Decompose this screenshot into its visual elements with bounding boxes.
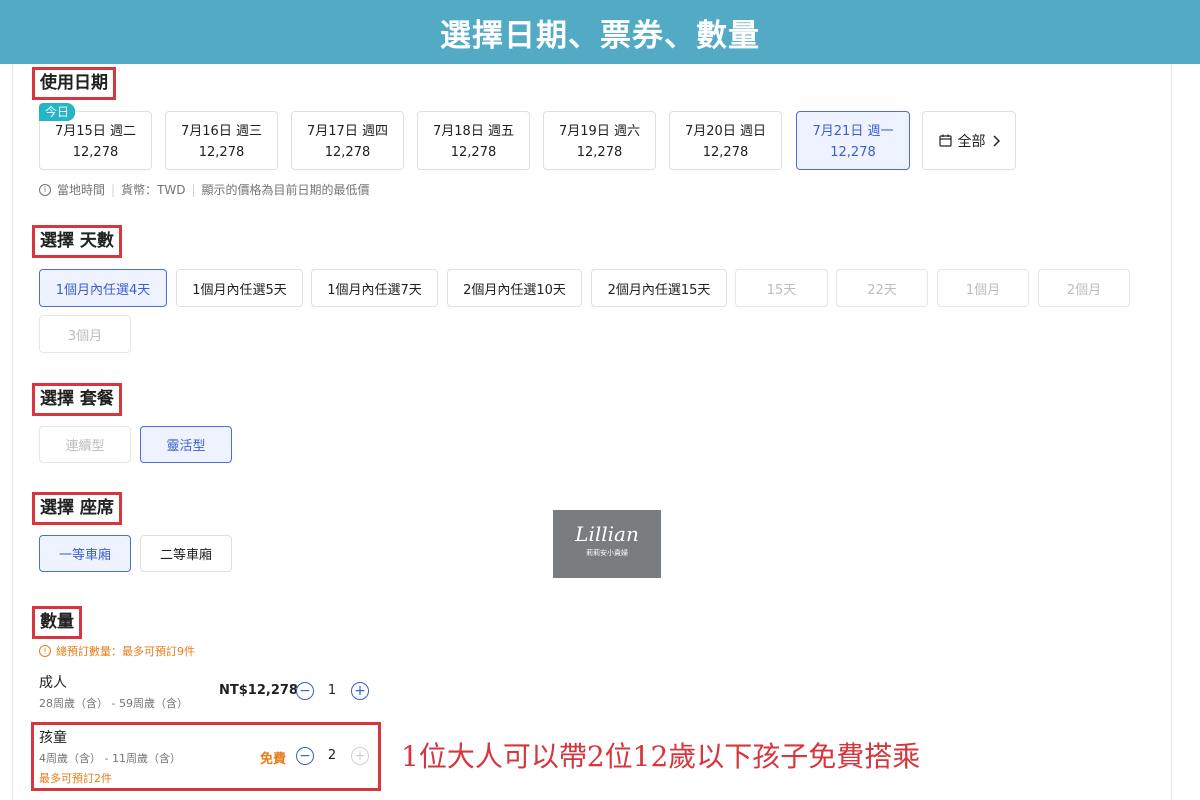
- date-label: 7月21日 週一: [812, 124, 894, 139]
- days-option-3months: 3個月: [39, 315, 131, 353]
- header-banner: 選擇日期、票券、數量: [0, 0, 1200, 64]
- minus-icon: −: [299, 683, 311, 699]
- chevron-right-icon: [992, 134, 1000, 147]
- child-plus-button[interactable]: +: [351, 747, 369, 765]
- date-card-0719[interactable]: 7月19日 週六 12,278: [543, 111, 656, 170]
- child-count: 2: [327, 748, 337, 763]
- divider: |: [191, 182, 196, 197]
- date-label: 7月19日 週六: [559, 124, 640, 139]
- usage-date-title: 使用日期: [32, 67, 116, 100]
- child-minus-button[interactable]: −: [296, 747, 314, 765]
- adult-plus-button[interactable]: +: [351, 682, 369, 700]
- minus-icon: −: [299, 748, 311, 764]
- package-title: 選擇 套餐: [32, 383, 122, 416]
- seat-option-first-class[interactable]: 一等車廂: [39, 535, 131, 572]
- date-price: 12,278: [72, 145, 119, 160]
- watermark-logo: Lillian 莉莉安小貴婦: [553, 510, 661, 578]
- today-badge: 今日: [39, 103, 76, 121]
- divider: |: [111, 182, 116, 197]
- date-label: 7月17日 週四: [307, 124, 388, 139]
- days-option-22days: 22天: [836, 269, 928, 307]
- watermark-main: Lillian: [575, 522, 639, 546]
- date-price: 12,278: [576, 145, 623, 160]
- date-price: 12,278: [830, 145, 876, 160]
- child-label: 孩童: [39, 730, 67, 746]
- plus-icon: +: [354, 748, 366, 764]
- package-option-flexible[interactable]: 靈活型: [140, 426, 232, 463]
- warning-icon: !: [39, 645, 51, 657]
- date-card-0716[interactable]: 7月16日 週三 12,278: [165, 111, 278, 170]
- date-price: 12,278: [702, 145, 749, 160]
- seat-title: 選擇 座席: [32, 492, 122, 525]
- date-price: 12,278: [450, 145, 497, 160]
- adult-label: 成人: [39, 675, 67, 691]
- date-price: 12,278: [198, 145, 245, 160]
- calendar-icon: [938, 134, 952, 147]
- info-local-time: 當地時間: [57, 183, 106, 197]
- date-card-0720[interactable]: 7月20日 週日 12,278: [669, 111, 782, 170]
- annotation-note: 1位大人可以帶2位12歲以下孩子免費搭乘: [401, 740, 921, 773]
- seat-option-second-class[interactable]: 二等車廂: [140, 535, 232, 572]
- child-limit: 最多可預訂2件: [39, 772, 112, 785]
- info-price-note: 顯示的價格為目前日期的最低價: [201, 183, 370, 197]
- quantity-title: 數量: [32, 606, 82, 639]
- info-icon: i: [39, 183, 51, 196]
- watermark-sub: 莉莉安小貴婦: [586, 549, 628, 557]
- days-title: 選擇 天數: [32, 225, 122, 258]
- date-price: 12,278: [324, 145, 371, 160]
- plus-icon: +: [354, 683, 366, 699]
- date-card-0717[interactable]: 7月17日 週四 12,278: [291, 111, 404, 170]
- all-dates-button[interactable]: 全部: [922, 111, 1016, 170]
- date-label: 7月16日 週三: [181, 124, 262, 139]
- days-option-2months: 2個月: [1038, 269, 1130, 307]
- date-label: 7月15日 週二: [55, 124, 136, 139]
- adult-age-range: 28周歲（含） - 59周歲（含）: [39, 697, 188, 710]
- child-price-free: 免費: [260, 752, 287, 767]
- days-option-15days-in-2months[interactable]: 2個月內任選15天: [591, 269, 727, 307]
- days-option-5days[interactable]: 1個月內任選5天: [176, 269, 303, 307]
- date-card-0718[interactable]: 7月18日 週五 12,278: [417, 111, 530, 170]
- days-option-1month: 1個月: [937, 269, 1029, 307]
- quantity-notice-text: 總預訂數量：最多可預訂9件: [56, 645, 195, 658]
- banner-title: 選擇日期、票券、數量: [440, 17, 760, 54]
- date-info-line: i 當地時間 | 貨幣：TWD | 顯示的價格為目前日期的最低價: [39, 181, 370, 198]
- days-option-10days[interactable]: 2個月內任選10天: [447, 269, 582, 307]
- adult-price: NT$12,278: [219, 683, 298, 698]
- date-card-0721[interactable]: 7月21日 週一 12,278: [796, 111, 910, 170]
- package-option-continuous: 連續型: [39, 426, 131, 463]
- days-option-4days[interactable]: 1個月內任選4天: [39, 269, 167, 307]
- adult-count: 1: [327, 683, 337, 698]
- quantity-notice: ! 總預訂數量：最多可預訂9件: [39, 643, 195, 659]
- adult-minus-button[interactable]: −: [296, 682, 314, 700]
- days-option-15days: 15天: [735, 269, 828, 307]
- all-dates-label: 全部: [957, 133, 986, 150]
- date-label: 7月20日 週日: [685, 124, 766, 139]
- child-age-range: 4周歲（含） - 11周歲（含）: [39, 752, 181, 765]
- date-label: 7月18日 週五: [433, 124, 514, 139]
- days-option-7days[interactable]: 1個月內任選7天: [311, 269, 438, 307]
- info-currency: 貨幣：TWD: [121, 183, 186, 197]
